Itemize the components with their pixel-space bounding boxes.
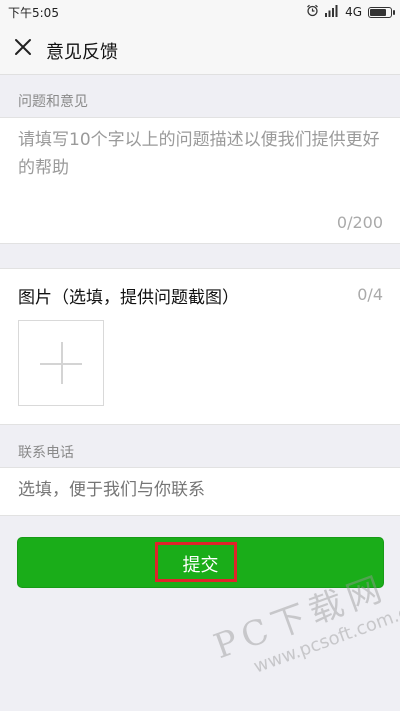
issue-section-label: 问题和意见 xyxy=(18,94,88,110)
phone-input[interactable] xyxy=(18,480,380,500)
alarm-icon xyxy=(306,4,319,20)
feedback-screen: 下午5:05 4G 意见反馈 问题和意见 请填写10个字以上的问题描述以便我们提… xyxy=(0,0,400,711)
close-button[interactable] xyxy=(10,36,36,62)
images-section-title: 图片（选填，提供问题截图） xyxy=(18,288,239,308)
images-counter: 0/4 xyxy=(357,285,383,304)
status-bar: 下午5:05 4G xyxy=(0,0,400,24)
status-icons: 4G xyxy=(306,4,395,20)
issue-char-counter: 0/200 xyxy=(336,213,383,232)
title-bar: 意见反馈 xyxy=(0,24,400,75)
add-image-button[interactable] xyxy=(18,320,104,406)
images-panel: 图片（选填，提供问题截图） 0/4 xyxy=(0,268,400,425)
signal-icon xyxy=(325,4,339,20)
battery-icon xyxy=(368,6,395,18)
network-type: 4G xyxy=(345,5,362,19)
phone-panel xyxy=(0,467,400,516)
watermark-sub: www.pcsoft.com.cn xyxy=(250,598,400,678)
phone-section-label: 联系电话 xyxy=(18,445,74,461)
close-icon xyxy=(14,38,32,60)
issue-panel: 请填写10个字以上的问题描述以便我们提供更好的帮助 0/200 xyxy=(0,117,400,244)
submit-button[interactable]: 提交 xyxy=(17,537,384,588)
page-title: 意见反馈 xyxy=(46,42,118,63)
status-time: 下午5:05 xyxy=(8,6,59,20)
issue-textarea[interactable]: 请填写10个字以上的问题描述以便我们提供更好的帮助 xyxy=(18,126,380,182)
submit-label: 提交 xyxy=(182,555,219,576)
